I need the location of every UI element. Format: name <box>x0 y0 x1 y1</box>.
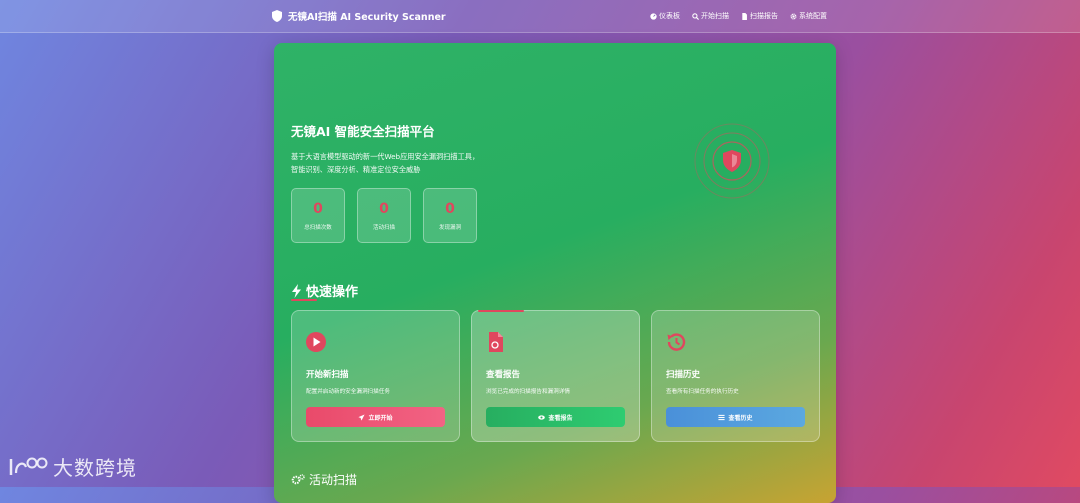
card-view-reports[interactable]: 查看报告 浏览已完成的扫描报告和漏洞详情 查看报告 <box>471 310 640 442</box>
hero-desc-line-2: 智能识别、深度分析、精准定位安全威胁 <box>291 165 421 174</box>
nav-settings[interactable]: 系统配置 <box>790 11 827 21</box>
hero-description: 基于大语言模型驱动的新一代Web应用安全漏洞扫描工具， 智能识别、深度分析、精准… <box>291 150 531 176</box>
main-panel: 无镜AI 智能安全扫描平台 基于大语言模型驱动的新一代Web应用安全漏洞扫描工具… <box>274 43 836 503</box>
eye-icon <box>538 414 546 420</box>
gear-icon <box>790 13 797 19</box>
watermark: 大数跨境 <box>8 452 137 481</box>
card-scan-history[interactable]: 扫描历史 查看所有扫描任务的执行历史 查看历史 <box>651 310 820 442</box>
document-icon <box>742 12 747 20</box>
shield-icon <box>272 10 282 22</box>
nav-dashboard[interactable]: 仪表板 <box>650 11 680 21</box>
stat-label: 发现漏洞 <box>438 224 461 231</box>
search-icon <box>692 12 699 20</box>
stat-total-scans: 0 总扫描次数 <box>291 188 345 243</box>
play-circle-icon <box>306 332 326 352</box>
nav-dashboard-label: 仪表板 <box>659 12 680 20</box>
lightning-icon <box>292 283 301 298</box>
stat-value: 0 <box>445 200 455 217</box>
card-title: 查看报告 <box>486 370 521 380</box>
start-now-button[interactable]: 立即开始 <box>306 407 445 427</box>
view-reports-button[interactable]: 查看报告 <box>486 407 625 427</box>
stat-vulnerabilities: 0 发现漏洞 <box>423 188 477 243</box>
stat-label: 总扫描次数 <box>304 224 332 231</box>
hero-desc-line-1: 基于大语言模型驱动的新一代Web应用安全漏洞扫描工具， <box>291 152 480 161</box>
stat-label: 活动扫描 <box>372 224 395 231</box>
button-label: 查看报告 <box>548 414 573 422</box>
nav-settings-label: 系统配置 <box>799 12 827 20</box>
card-description: 浏览已完成的扫描报告和漏洞详情 <box>486 389 570 395</box>
active-scans-title: 活动扫描 <box>309 473 358 487</box>
cogs-icon <box>291 473 305 484</box>
quick-action-cards: 开始新扫描 配置并启动新的安全漏洞扫描任务 立即开始 查看报告 浏览已完成的扫描… <box>291 310 820 442</box>
stats-row: 0 总扫描次数 0 活动扫描 0 发现漏洞 <box>291 188 477 243</box>
card-new-scan[interactable]: 开始新扫描 配置并启动新的安全漏洞扫描任务 立即开始 <box>291 310 460 442</box>
view-history-button[interactable]: 查看历史 <box>666 407 805 427</box>
card-description: 配置并启动新的安全漏洞扫描任务 <box>306 389 390 395</box>
quick-actions-heading: 快速操作 <box>291 281 358 300</box>
stat-value: 0 <box>379 200 389 217</box>
hero-title: 无镜AI 智能安全扫描平台 <box>291 124 435 139</box>
stat-value: 0 <box>313 200 323 217</box>
nav-reports[interactable]: 扫描报告 <box>741 11 778 21</box>
card-title: 扫描历史 <box>666 370 701 380</box>
watermark-text: 大数跨境 <box>53 456 137 480</box>
heading-underline <box>291 299 317 301</box>
radar-shield-icon <box>694 123 770 199</box>
nav-links: 仪表板 开始扫描 扫描报告 系统配置 <box>650 11 827 21</box>
card-title: 开始新扫描 <box>306 370 349 380</box>
top-navbar: 无镜AI扫描 AI Security Scanner 仪表板 开始扫描 扫描报告… <box>0 0 1080 33</box>
dashboard-icon <box>650 12 657 20</box>
nav-start-scan-label: 开始扫描 <box>701 12 729 20</box>
nav-start-scan[interactable]: 开始扫描 <box>692 11 729 21</box>
quick-actions-title: 快速操作 <box>306 285 359 300</box>
brand[interactable]: 无镜AI扫描 AI Security Scanner <box>272 9 446 23</box>
watermark-logo-icon <box>9 457 48 475</box>
button-label: 立即开始 <box>368 414 393 422</box>
brand-title: 无镜AI扫描 AI Security Scanner <box>288 12 446 23</box>
history-icon <box>667 333 686 351</box>
nav-reports-label: 扫描报告 <box>750 12 778 20</box>
card-description: 查看所有扫描任务的执行历史 <box>666 389 739 395</box>
button-label: 查看历史 <box>728 414 753 422</box>
stat-active-scans: 0 活动扫描 <box>357 188 411 243</box>
report-file-icon <box>489 332 503 352</box>
list-icon <box>718 414 726 420</box>
active-scans-heading: 活动扫描 <box>291 471 357 488</box>
rocket-icon <box>358 413 366 421</box>
